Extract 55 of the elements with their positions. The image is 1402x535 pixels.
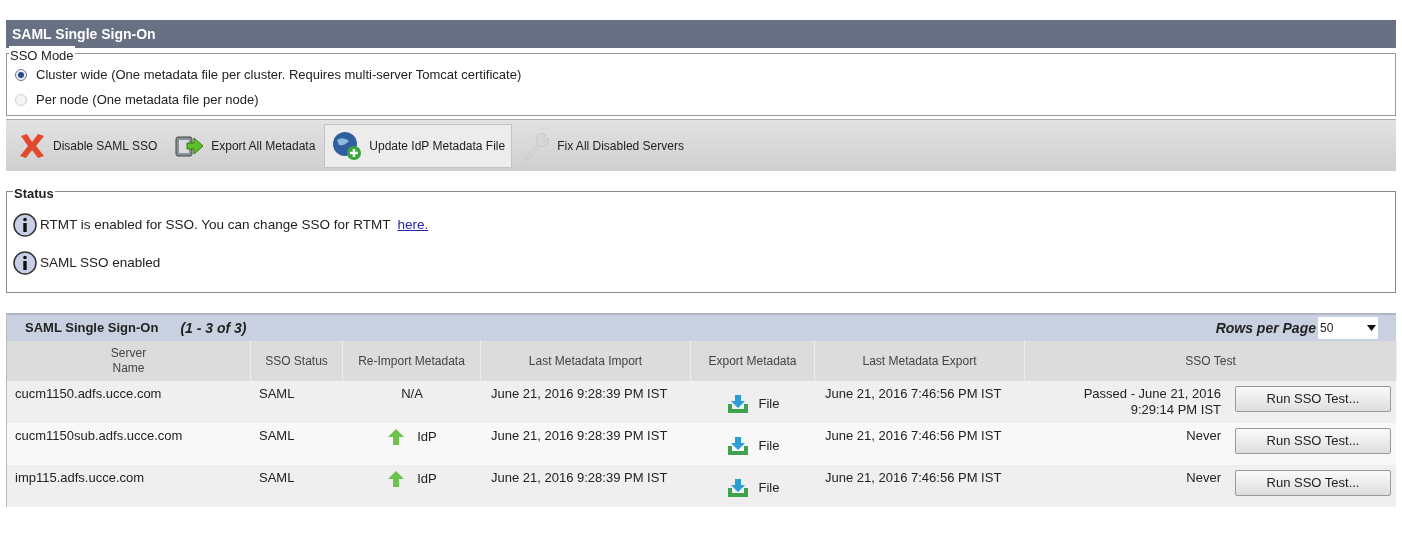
run-sso-test-button[interactable]: Run SSO Test... xyxy=(1235,470,1391,496)
column-header: Server Name xyxy=(109,346,148,376)
record-count: (1 - 3 of 3) xyxy=(180,318,247,338)
status-message: SAML SSO enabled xyxy=(40,253,161,272)
table-cell-text: Passed - June 21, 2016 9:29:14 PM IST xyxy=(1082,386,1221,418)
table-cell-text: June 21, 2016 7:46:56 PM IST xyxy=(825,386,1003,402)
up-arrow-icon xyxy=(387,470,406,488)
info-icon xyxy=(13,251,37,275)
reimport-link[interactable]: IdP xyxy=(387,470,437,488)
export-link[interactable]: File xyxy=(726,468,780,507)
download-icon xyxy=(726,393,749,414)
toolbar-button[interactable]: Disable SAML SSO xyxy=(10,123,165,168)
export-link[interactable]: File xyxy=(726,426,780,465)
export-link[interactable]: File xyxy=(726,384,780,423)
table-title: SAML Single Sign-On xyxy=(25,319,159,338)
caret-icon xyxy=(1367,325,1376,331)
table-cell-text: June 21, 2016 9:28:39 PM IST xyxy=(491,470,669,486)
table-cell-text: June 21, 2016 9:28:39 PM IST xyxy=(491,428,669,444)
up-arrow-icon xyxy=(387,428,406,446)
table-cell: imp115.adfs.ucce.com xyxy=(15,470,145,485)
table-cell: SAML xyxy=(259,428,295,443)
table-cell: cucm1150.adfs.ucce.com xyxy=(15,386,162,401)
table-cell: N/A xyxy=(401,386,423,402)
option-label: Cluster wide (One metadata file per cluster. Requires multi-server Tomcat certificate) xyxy=(36,65,522,84)
radio-button[interactable] xyxy=(15,68,27,81)
column-header: Last Metadata Import xyxy=(528,353,643,369)
download-icon xyxy=(726,477,749,498)
table-cell-text: June 21, 2016 7:46:56 PM IST xyxy=(825,470,1003,486)
info-icon xyxy=(13,213,37,237)
run-sso-test-button[interactable]: Run SSO Test... xyxy=(1235,428,1391,454)
link[interactable]: here. xyxy=(397,214,429,236)
status-message: RTMT is enabled for SSO. You can change SSO for RTMT xyxy=(40,215,391,234)
table-cell-text: June 21, 2016 9:28:39 PM IST xyxy=(491,386,669,402)
rows-per-page-label: Rows per Page xyxy=(1215,318,1316,338)
column-header: SSO Status xyxy=(265,353,328,369)
column-header: Re-Import Metadata xyxy=(358,353,465,369)
toolbar-button[interactable]: Update IdP Metadata File xyxy=(324,123,513,168)
table-cell-text: June 21, 2016 7:46:56 PM IST xyxy=(825,428,1003,444)
table-cell-text: Never xyxy=(1185,428,1221,444)
download-icon xyxy=(726,435,749,456)
table-cell: SAML xyxy=(259,386,295,401)
column-header: Last Metadata Export xyxy=(862,353,977,369)
rows-per-page-dropdown[interactable]: 50 xyxy=(1318,317,1378,339)
table-cell: cucm1150sub.adfs.ucce.com xyxy=(15,428,183,443)
column-header: SSO Test xyxy=(1185,353,1236,369)
window-title: SAML Single Sign-On xyxy=(12,24,156,44)
radio-button[interactable] xyxy=(15,93,27,106)
run-sso-test-button[interactable]: Run SSO Test... xyxy=(1235,386,1391,412)
column-header: Export Metadata xyxy=(708,353,797,369)
option-label: Per node (One metadata file per node) xyxy=(36,90,259,109)
reimport-link[interactable]: IdP xyxy=(387,428,437,446)
toolbar-button[interactable]: Export All Metadata xyxy=(166,123,323,168)
globe-icon xyxy=(331,129,364,162)
table-cell: SAML xyxy=(259,470,295,485)
table-cell-text: Never xyxy=(1185,470,1221,486)
